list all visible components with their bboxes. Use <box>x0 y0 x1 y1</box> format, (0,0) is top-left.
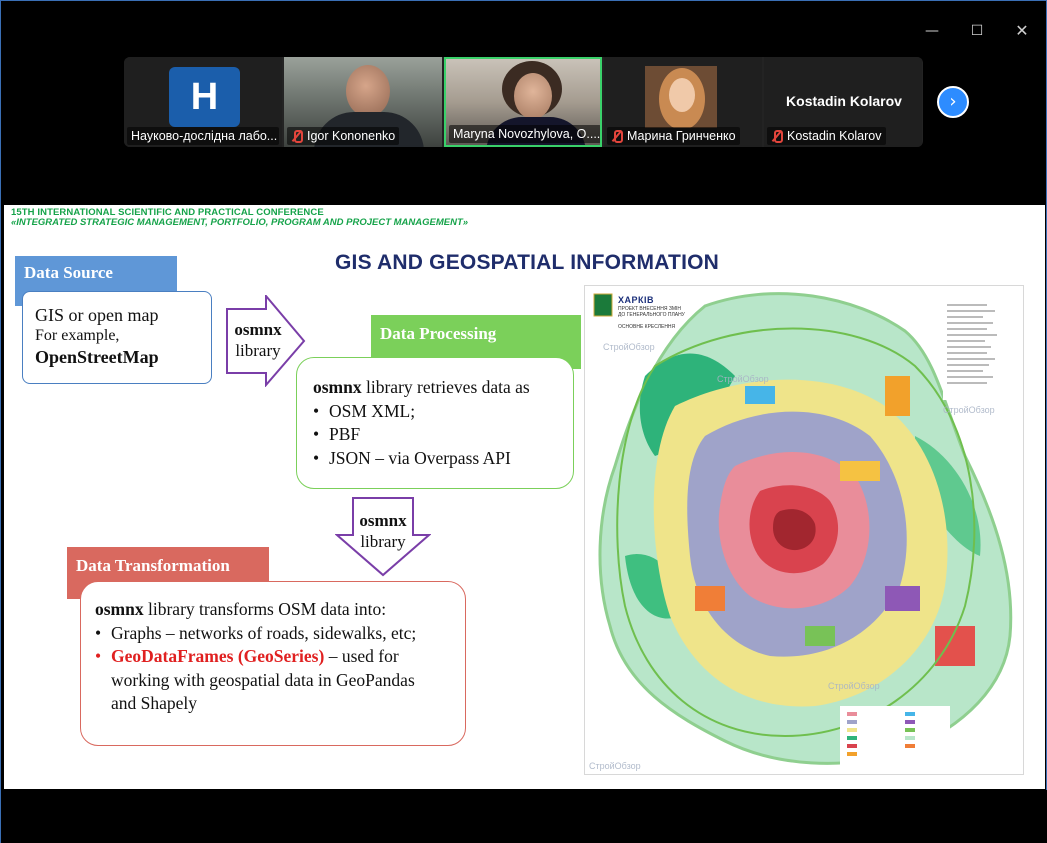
list-item-text: JSON – via Overpass API <box>329 447 511 468</box>
list-item-continuation: and Shapely <box>111 693 198 713</box>
close-button[interactable]: ✕ <box>1007 19 1037 43</box>
participant-name-tag: Maryna Novozhylova, O.... <box>449 125 601 143</box>
map-image <box>585 286 1023 774</box>
slide-title: GIS AND GEOSPATIAL INFORMATION <box>335 251 719 274</box>
arrow-label-line: library <box>235 341 281 360</box>
kharkiv-master-plan-map: ХАРКІВ ПРОЕКТ ВНЕСЕННЯ ЗМІН ДО ГЕНЕРАЛЬН… <box>584 285 1024 775</box>
conference-subtitle: «INTEGRATED STRATEGIC MANAGEMENT, PORTFO… <box>11 217 469 228</box>
participant-video <box>346 65 390 117</box>
participant-name: Kostadin Kolarov <box>787 129 882 143</box>
participant-tile-active-speaker[interactable]: Maryna Novozhylova, O.... <box>444 57 602 147</box>
participant-tile[interactable]: Марина Гринченко <box>604 57 762 147</box>
list-item-text: PBF <box>329 424 361 444</box>
list-item: • GeoDataFrames (GeoSeries) – used for <box>95 646 399 666</box>
map-watermark: СтройОбзор <box>943 405 995 415</box>
list-item-text: – used for <box>324 646 399 666</box>
lead-text: library transforms OSM data into: <box>143 599 387 619</box>
list-item: • JSON – via Overpass API <box>313 447 557 471</box>
map-watermark: СтройОбзор <box>603 342 655 352</box>
participant-tile[interactable]: H Науково-дослідна лабо... <box>124 57 282 147</box>
arrow-label-line: osmnx <box>359 511 407 530</box>
list-item-text: Graphs – networks of roads, sidewalks, e… <box>111 622 417 643</box>
participant-tile[interactable]: Igor Kononenko <box>284 57 442 147</box>
participant-avatar <box>645 66 717 128</box>
list-item-continuation: working with geospatial data in GeoPanda… <box>111 669 415 690</box>
data-source-line: For example, <box>35 327 120 344</box>
data-source-box: GIS or open map For example, OpenStreetM… <box>22 291 212 384</box>
mic-muted-icon <box>291 130 303 143</box>
next-participants-button[interactable]: › <box>937 86 969 118</box>
list-item: • OSM XML; <box>313 400 557 424</box>
lab-logo: H <box>169 67 240 127</box>
map-subtitle: ОСНОВНЕ КРЕСЛЕННЯ <box>618 324 676 330</box>
participant-strip: H Науково-дослідна лабо... Igor Kononenk… <box>124 57 923 147</box>
map-subtitle: ДО ГЕНЕРАЛЬНОГО ПЛАНУ <box>618 312 685 318</box>
participant-name: Igor Kononenko <box>307 129 396 143</box>
arrow-label-line: library <box>360 532 406 551</box>
data-processing-box: osmnx library retrieves data as • OSM XML… <box>296 357 574 489</box>
map-watermark: СтройОбзор <box>717 374 769 384</box>
mic-muted-icon <box>771 130 783 143</box>
participant-display-name: Kostadin Kolarov <box>786 93 902 109</box>
library-name: osmnx <box>313 377 362 397</box>
arrow-right-label: osmnx library <box>226 319 290 361</box>
list-item: • PBF <box>313 423 557 447</box>
participant-name-tag: Kostadin Kolarov <box>767 127 886 145</box>
participant-video <box>514 73 552 119</box>
avatar-face <box>669 78 695 112</box>
data-source-line: GIS or open map <box>35 305 159 325</box>
participant-name: Maryna Novozhylova, O.... <box>453 127 601 141</box>
arrow-down-label: osmnx library <box>349 510 417 552</box>
map-title: ХАРКІВ <box>618 295 654 305</box>
participant-tile[interactable]: Kostadin Kolarov Kostadin Kolarov <box>764 57 922 147</box>
data-transformation-lead: osmnx library transforms OSM data into: <box>95 598 451 622</box>
zoom-meeting-window: — ☐ ✕ H Науково-дослідна лабо... Igor Ko… <box>0 0 1047 843</box>
mic-muted-icon <box>611 130 623 143</box>
lead-text: library retrieves data as <box>361 377 530 397</box>
library-name: osmnx <box>95 599 144 619</box>
data-processing-lead: osmnx library retrieves data as <box>313 376 557 400</box>
list-item-text: OSM XML; <box>329 400 416 421</box>
arrow-label-line: osmnx <box>234 320 282 339</box>
data-transformation-box: osmnx library transforms OSM data into: … <box>80 581 466 746</box>
map-watermark: СтройОбзор <box>828 681 880 691</box>
participant-name: Науково-дослідна лабо... <box>131 129 278 143</box>
list-item: • Graphs – networks of roads, sidewalks, … <box>95 622 451 646</box>
participant-name: Марина Гринченко <box>627 129 736 143</box>
minimize-button[interactable]: — <box>917 19 947 43</box>
participant-name-tag: Марина Гринченко <box>607 127 740 145</box>
participant-name-tag: Igor Kononenko <box>287 127 400 145</box>
participant-name-tag: Науково-дослідна лабо... <box>127 127 279 145</box>
map-watermark: СтройОбзор <box>589 761 641 771</box>
bottom-bar <box>1 790 1047 843</box>
shared-screen-slide: 15TH INTERNATIONAL SCIENTIFIC AND PRACTI… <box>4 205 1045 789</box>
data-source-line: OpenStreetMap <box>35 347 159 367</box>
highlighted-term: GeoDataFrames (GeoSeries) <box>111 646 325 666</box>
maximize-button[interactable]: ☐ <box>962 19 992 43</box>
